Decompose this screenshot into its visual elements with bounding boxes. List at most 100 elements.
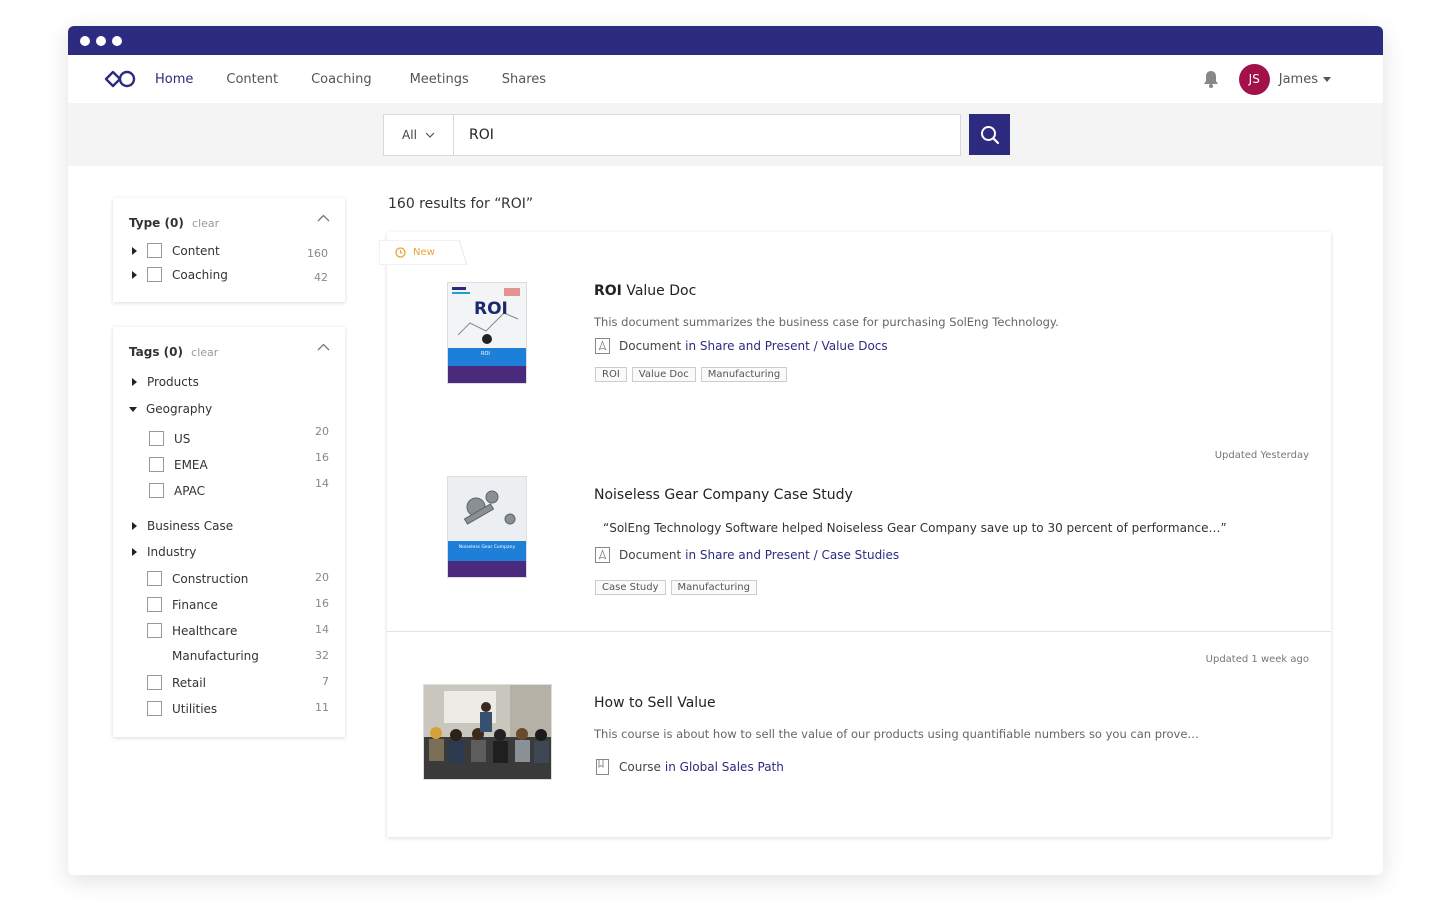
search-scope-label: All <box>402 128 417 142</box>
tag-group-products[interactable]: Products <box>132 375 199 389</box>
window-dot <box>80 35 90 46</box>
tag-item-label: Finance <box>172 597 218 612</box>
tag-item-manufacturing[interactable]: Manufacturing <box>172 649 259 663</box>
search-icon <box>980 125 999 144</box>
tag-item-count: 16 <box>315 597 329 610</box>
type-clear-link[interactable]: clear <box>192 217 219 230</box>
tag-group-label: Industry <box>147 545 197 559</box>
tag-chip[interactable]: Value Doc <box>631 367 696 382</box>
tag-item-healthcare[interactable]: Healthcare <box>147 623 237 638</box>
checkbox[interactable] <box>147 597 162 612</box>
window-dot <box>96 35 106 46</box>
chevron-up-icon[interactable] <box>317 214 330 222</box>
chevron-up-icon[interactable] <box>317 343 330 351</box>
type-item-coaching[interactable]: Coaching <box>132 267 228 282</box>
window-dot <box>112 35 122 46</box>
nav-shares[interactable]: Shares <box>502 72 546 87</box>
tag-chip[interactable]: Manufacturing <box>670 580 757 595</box>
results-summary: 160 results for “ROI” <box>388 196 534 212</box>
tag-chip[interactable]: Manufacturing <box>700 367 788 382</box>
result-type: Document <box>619 339 682 353</box>
search-button[interactable] <box>969 114 1010 155</box>
tag-group-geography[interactable]: Geography <box>129 402 212 416</box>
tag-item-retail[interactable]: Retail <box>147 675 206 690</box>
expand-arrow-icon[interactable] <box>132 246 137 255</box>
type-filter-header: Type (0) clear <box>129 216 219 230</box>
result-location-link[interactable]: in Share and Present / Case Studies <box>685 548 899 562</box>
chevron-down-icon <box>425 132 435 138</box>
checkbox[interactable] <box>147 675 162 690</box>
result-thumbnail[interactable]: ROI ROI <box>448 283 526 383</box>
tags-filter-count: (0) <box>163 345 183 359</box>
search-input[interactable] <box>454 115 960 155</box>
result-location-link[interactable]: in Share and Present / Value Docs <box>685 339 887 353</box>
collapse-arrow-icon[interactable] <box>129 406 137 412</box>
expand-arrow-icon[interactable] <box>132 522 137 530</box>
logo-icon[interactable] <box>104 69 136 89</box>
result-updated: Updated 1 week ago <box>1205 654 1309 665</box>
checkbox[interactable] <box>147 267 162 282</box>
result-type: Document <box>619 548 682 562</box>
tag-item-count: 20 <box>315 425 329 438</box>
result-thumbnail[interactable]: Noiseless Gear Company <box>448 477 526 577</box>
results-card: New ROI ROI ROI Value Doc This document … <box>379 232 1331 837</box>
thumbnail-title: Noiseless Gear Company <box>458 545 516 550</box>
tag-chip[interactable]: ROI <box>595 367 627 382</box>
tag-item-count: 16 <box>315 451 329 464</box>
result-title[interactable]: ROI Value Doc <box>594 283 696 299</box>
type-filter-title: Type <box>129 216 161 230</box>
tag-item-apac[interactable]: APAC <box>149 483 205 498</box>
user-menu[interactable]: James <box>1279 72 1331 87</box>
result-title[interactable]: Noiseless Gear Company Case Study <box>594 487 853 503</box>
nav-meetings[interactable]: Meetings <box>410 72 469 87</box>
tag-group-industry[interactable]: Industry <box>132 545 196 559</box>
tag-item-label: Utilities <box>172 701 218 716</box>
tag-group-business-case[interactable]: Business Case <box>132 519 233 533</box>
tag-item-us[interactable]: US <box>149 431 190 446</box>
tag-item-label: Construction <box>172 571 249 586</box>
tag-item-count: 20 <box>315 571 329 584</box>
type-item-count: 160 <box>307 247 328 260</box>
tags-clear-link[interactable]: clear <box>191 346 218 359</box>
search-scope-select[interactable]: All <box>384 115 454 155</box>
result-location-link[interactable]: in Global Sales Path <box>665 760 784 774</box>
result-thumbnail[interactable] <box>424 685 551 779</box>
nav-content[interactable]: Content <box>226 72 278 87</box>
type-item-content[interactable]: Content <box>132 243 220 258</box>
avatar[interactable]: JS <box>1238 63 1270 95</box>
result-tags: ROI Value Doc Manufacturing <box>595 367 788 382</box>
checkbox[interactable] <box>147 623 162 638</box>
expand-arrow-icon[interactable] <box>132 270 137 279</box>
top-nav: Home Content Coaching Meetings Shares JS… <box>68 55 1383 103</box>
checkbox[interactable] <box>147 243 162 258</box>
thumbnail-title: ROI <box>474 299 508 319</box>
nav-home[interactable]: Home <box>155 72 193 87</box>
tag-item-utilities[interactable]: Utilities <box>147 701 217 716</box>
expand-arrow-icon[interactable] <box>132 378 137 386</box>
nav-coaching[interactable]: Coaching <box>311 72 372 87</box>
checkbox[interactable] <box>149 431 164 446</box>
result-meta: Course in Global Sales Path <box>595 759 784 775</box>
checkbox[interactable] <box>149 457 164 472</box>
user-area: JS James <box>1201 55 1331 103</box>
tag-chip[interactable]: Case Study <box>595 580 666 595</box>
bell-icon[interactable] <box>1201 69 1221 89</box>
result-description: This document summarizes the business ca… <box>594 315 1059 329</box>
tag-item-emea[interactable]: EMEA <box>149 457 208 472</box>
search-bar: All <box>68 103 1383 166</box>
checkbox[interactable] <box>149 483 164 498</box>
result-title[interactable]: How to Sell Value <box>594 695 716 711</box>
tag-item-construction[interactable]: Construction <box>147 571 248 586</box>
tag-item-finance[interactable]: Finance <box>147 597 218 612</box>
pdf-document-icon <box>595 338 610 354</box>
thumbnail-subtitle: ROI <box>481 351 490 357</box>
expand-arrow-icon[interactable] <box>132 548 137 556</box>
checkbox[interactable] <box>147 701 162 716</box>
type-item-count: 42 <box>314 271 328 284</box>
checkbox[interactable] <box>147 571 162 586</box>
tag-item-count: 14 <box>315 477 329 490</box>
tag-item-count: 11 <box>315 701 329 714</box>
course-book-icon <box>596 759 609 775</box>
app-window: Home Content Coaching Meetings Shares JS… <box>68 26 1383 875</box>
tags-filter-panel: Tags (0) clear Products Geography US 20 … <box>113 327 345 737</box>
